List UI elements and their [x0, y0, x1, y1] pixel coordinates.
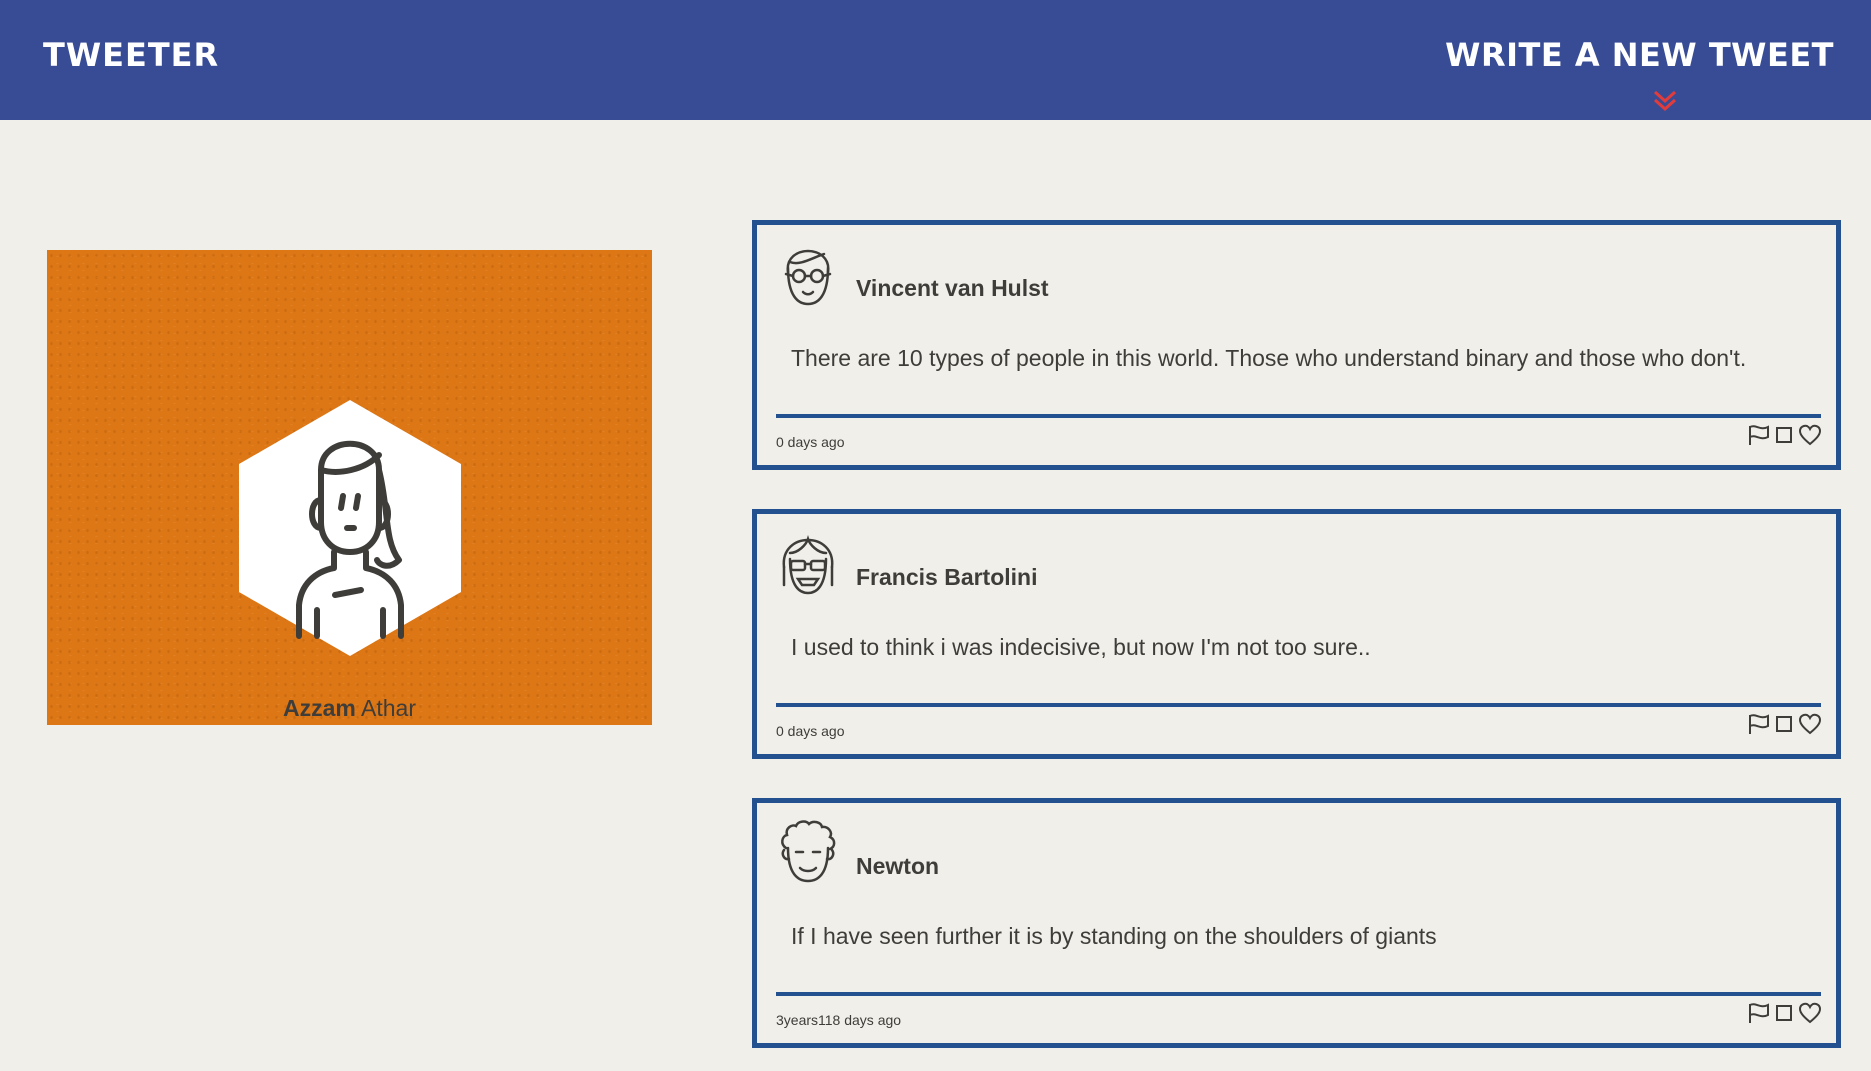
retweet-icon[interactable]: [1774, 714, 1794, 739]
retweet-icon[interactable]: [1774, 1003, 1794, 1028]
brand-logo[interactable]: TWEETER: [43, 36, 219, 74]
profile-card: Azzam Athar: [47, 250, 652, 725]
tweet-timestamp: 0 days ago: [776, 434, 845, 450]
sunglasses-woman-avatar-icon: [782, 535, 834, 595]
flag-icon[interactable]: [1746, 1001, 1770, 1030]
profile-name: Azzam Athar: [47, 695, 652, 722]
tweet-author[interactable]: Newton: [856, 853, 939, 880]
heart-icon[interactable]: [1798, 1001, 1822, 1030]
double-chevron-down-icon[interactable]: [1652, 88, 1678, 114]
tweet-actions: [1746, 423, 1822, 452]
tweet-card: Vincent van Hulst There are 10 types of …: [752, 220, 1841, 470]
tweet-author[interactable]: Francis Bartolini: [856, 564, 1037, 591]
profile-first-name: Azzam: [283, 695, 356, 721]
tweet-actions: [1746, 1001, 1822, 1030]
tweet-text: There are 10 types of people in this wor…: [791, 345, 1747, 371]
glasses-man-avatar-icon: [784, 249, 832, 306]
tweet-divider: [776, 992, 1821, 996]
tweet-card: Francis Bartolini I used to think i was …: [752, 509, 1841, 759]
tweet-card: Newton If I have seen further it is by s…: [752, 798, 1841, 1048]
curly-hair-man-avatar-icon: [781, 820, 836, 883]
profile-last-name: Athar: [361, 695, 416, 721]
retweet-icon[interactable]: [1774, 425, 1794, 450]
flag-icon[interactable]: [1746, 712, 1770, 741]
top-nav: TWEETER WRITE A NEW TWEET: [0, 0, 1871, 120]
tweet-author[interactable]: Vincent van Hulst: [856, 275, 1049, 302]
write-new-tweet-button[interactable]: WRITE A NEW TWEET: [1445, 36, 1834, 74]
tweet-divider: [776, 703, 1821, 707]
tweet-text: If I have seen further it is by standing…: [791, 923, 1437, 949]
tweet-divider: [776, 414, 1821, 418]
woman-avatar-icon: [239, 400, 461, 656]
heart-icon[interactable]: [1798, 423, 1822, 452]
flag-icon[interactable]: [1746, 423, 1770, 452]
tweet-text: I used to think i was indecisive, but no…: [791, 634, 1371, 660]
tweet-timestamp: 0 days ago: [776, 723, 845, 739]
tweet-timestamp: 3years118 days ago: [776, 1012, 902, 1028]
tweet-actions: [1746, 712, 1822, 741]
heart-icon[interactable]: [1798, 712, 1822, 741]
